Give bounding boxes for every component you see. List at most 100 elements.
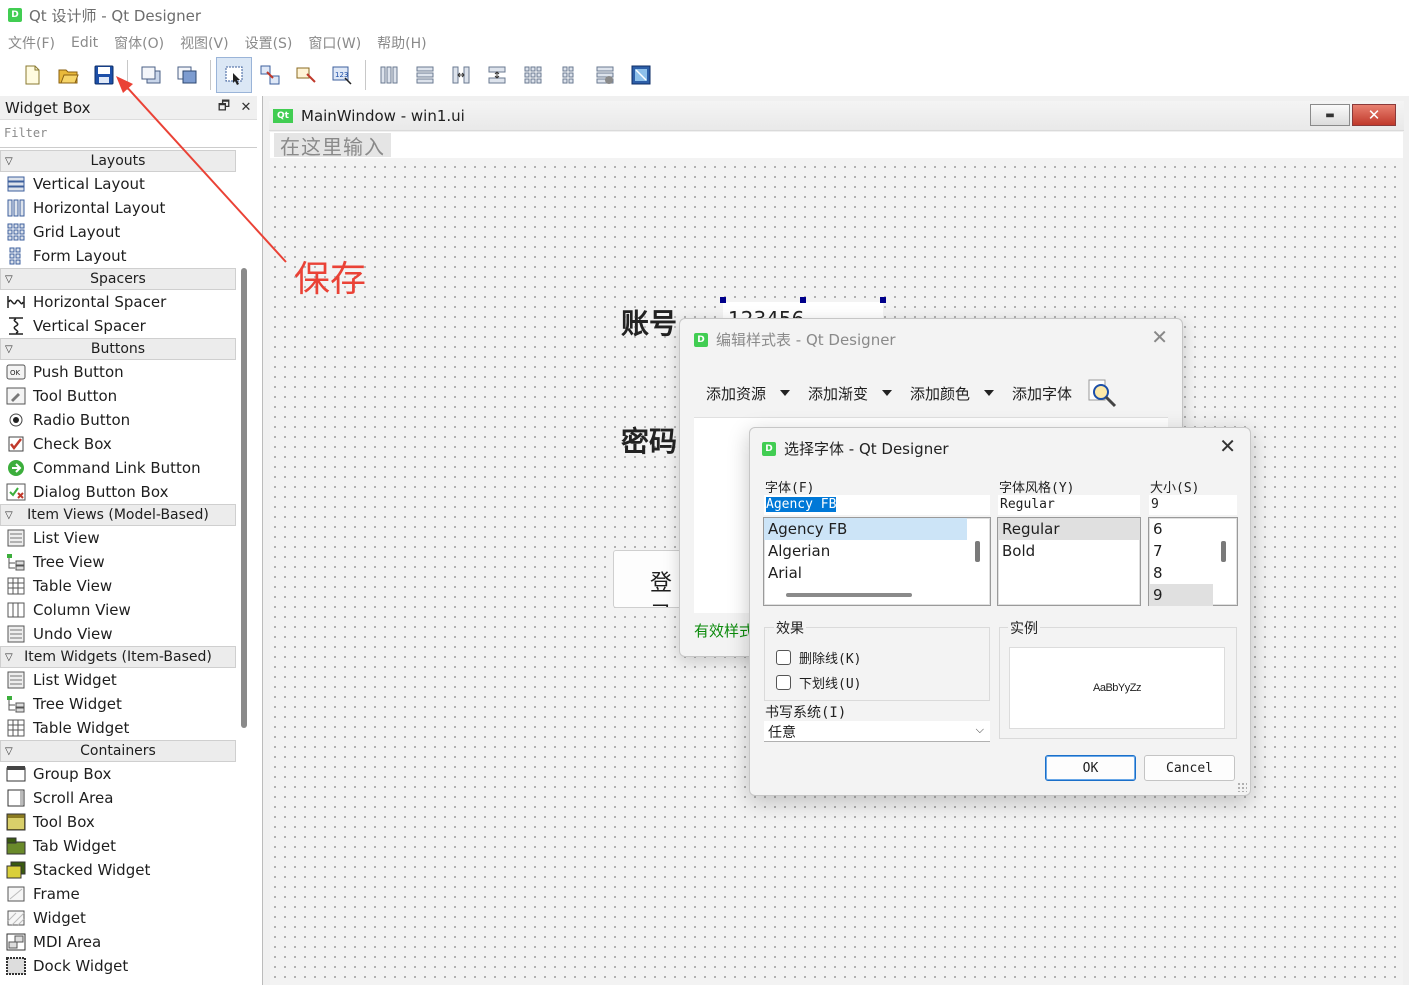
close-icon[interactable]: ✕	[1151, 325, 1168, 349]
font-size-item[interactable]: 9	[1149, 584, 1213, 606]
selection-handle[interactable]	[800, 297, 806, 303]
widget-item-tree-widget[interactable]: Tree Widget	[0, 692, 236, 716]
chevron-down-icon[interactable]: ▽	[5, 510, 13, 521]
dropdown-arrow-icon[interactable]	[984, 390, 995, 396]
widget-item-column-view[interactable]: Column View	[0, 598, 236, 622]
widget-item-grid-layout[interactable]: Grid Layout	[0, 220, 236, 244]
category-header-containers[interactable]: ▽ Containers	[0, 740, 236, 762]
layout-vertical-icon[interactable]	[407, 57, 443, 93]
widget-item-form-layout[interactable]: Form Layout	[0, 244, 236, 268]
widget-item-tree-view[interactable]: Tree View	[0, 550, 236, 574]
widget-item-tool-box[interactable]: Tool Box	[0, 810, 236, 834]
widget-item-list-view[interactable]: List View	[0, 526, 236, 550]
add-resource-button[interactable]: 添加资源	[706, 383, 791, 404]
chevron-down-icon[interactable]: ▽	[5, 652, 13, 663]
widget-list-scrollbar[interactable]	[241, 268, 247, 728]
category-header-spacers[interactable]: ▽ Spacers	[0, 268, 236, 290]
chevron-down-icon[interactable]: ▽	[5, 746, 13, 757]
type-here-placeholder[interactable]: 在这里输入	[274, 133, 391, 159]
add-gradient-button[interactable]: 添加渐变	[808, 383, 893, 404]
layout-horizontal-icon[interactable]	[371, 57, 407, 93]
edit-tab-order-icon[interactable]: 123	[324, 57, 360, 93]
widget-item-push-button[interactable]: OK Push Button	[0, 360, 236, 384]
font-style-item[interactable]: Bold	[998, 540, 1140, 562]
widget-item-tool-button[interactable]: Tool Button	[0, 384, 236, 408]
chevron-down-icon[interactable]: ▽	[5, 156, 13, 167]
checkbox-box[interactable]	[776, 650, 791, 665]
font-size-item[interactable]: 6	[1149, 518, 1237, 540]
font-family-list[interactable]: Agency FB Algerian Arial	[763, 517, 991, 606]
widget-item-undo-view[interactable]: Undo View	[0, 622, 236, 646]
widget-item-radio-button[interactable]: Radio Button	[0, 408, 236, 432]
layout-form-icon[interactable]	[551, 57, 587, 93]
font-style-list[interactable]: Regular Bold	[997, 517, 1141, 606]
widget-item-group-box[interactable]: Group Box	[0, 762, 236, 786]
resize-grip-icon[interactable]	[1237, 782, 1247, 792]
widget-item-vertical-spacer[interactable]: Vertical Spacer	[0, 314, 236, 338]
category-header-buttons[interactable]: ▽ Buttons	[0, 338, 236, 360]
open-folder-icon[interactable]	[50, 57, 86, 93]
menu-edit[interactable]: Edit	[63, 35, 106, 51]
close-window-button[interactable]: ✕	[1352, 104, 1396, 126]
widget-item-check-box[interactable]: Check Box	[0, 432, 236, 456]
font-family-hscrollbar[interactable]	[786, 593, 912, 597]
close-panel-icon[interactable]: ✕	[235, 100, 257, 115]
widget-item-widget[interactable]: Widget	[0, 906, 236, 930]
category-header-layouts[interactable]: ▽ Layouts	[0, 150, 236, 172]
checkbox-box[interactable]	[776, 675, 791, 690]
widget-item-frame[interactable]: Frame	[0, 882, 236, 906]
font-family-item[interactable]: Algerian	[764, 540, 990, 562]
chevron-down-icon[interactable]: ▽	[5, 274, 13, 285]
new-file-icon[interactable]	[14, 57, 50, 93]
font-family-input[interactable]: Agency FB	[764, 495, 990, 515]
writing-system-select[interactable]: 任意 ⌵	[764, 721, 990, 742]
widget-item-dialog-button-box[interactable]: Dialog Button Box	[0, 480, 236, 504]
magnifier-font-icon[interactable]	[1086, 377, 1118, 409]
password-label[interactable]: 密码	[621, 420, 677, 460]
dropdown-arrow-icon[interactable]	[882, 390, 893, 396]
chevron-down-icon[interactable]: ▽	[5, 344, 13, 355]
widget-filter-input[interactable]: Filter	[0, 122, 257, 148]
widget-item-dock-widget[interactable]: Dock Widget	[0, 954, 236, 978]
widget-item-table-widget[interactable]: Table Widget	[0, 716, 236, 740]
layout-horizontal-splitter-icon[interactable]	[443, 57, 479, 93]
close-icon[interactable]: ✕	[1219, 434, 1236, 458]
menu-settings[interactable]: 设置(S)	[237, 33, 301, 53]
bring-to-front-icon[interactable]	[169, 57, 205, 93]
widget-item-tab-widget[interactable]: Tab Widget	[0, 834, 236, 858]
widget-item-table-view[interactable]: Table View	[0, 574, 236, 598]
layout-vertical-splitter-icon[interactable]	[479, 57, 515, 93]
send-to-back-icon[interactable]	[133, 57, 169, 93]
menu-form[interactable]: 窗体(O)	[106, 33, 172, 53]
edit-signals-slots-icon[interactable]	[252, 57, 288, 93]
widget-item-command-link-button[interactable]: Command Link Button	[0, 456, 236, 480]
menu-window[interactable]: 窗口(W)	[300, 33, 369, 53]
widget-item-mdi-area[interactable]: MDI Area	[0, 930, 236, 954]
cancel-button[interactable]: Cancel	[1144, 755, 1235, 781]
ok-button[interactable]: OK	[1045, 755, 1136, 781]
edit-buddies-icon[interactable]	[288, 57, 324, 93]
font-style-item[interactable]: Regular	[998, 518, 1140, 540]
menu-view[interactable]: 视图(V)	[172, 33, 237, 53]
font-style-input[interactable]: Regular	[998, 495, 1140, 515]
menu-help[interactable]: 帮助(H)	[369, 33, 434, 53]
font-family-scrollbar[interactable]	[975, 541, 980, 562]
category-header-item-widgets-item-based[interactable]: ▽ Item Widgets (Item-Based)	[0, 646, 236, 668]
account-label[interactable]: 账号	[621, 302, 677, 342]
widget-item-list-widget[interactable]: List Widget	[0, 668, 236, 692]
add-font-button[interactable]: 添加字体	[1012, 383, 1072, 404]
save-icon[interactable]	[86, 57, 122, 93]
selection-handle[interactable]	[720, 297, 726, 303]
minimize-button[interactable]: ▬	[1310, 104, 1350, 126]
float-panel-icon[interactable]: 🗗	[213, 97, 235, 119]
strikeout-checkbox[interactable]: 删除线(K)	[776, 648, 861, 667]
layout-grid-icon[interactable]	[515, 57, 551, 93]
widget-item-scroll-area[interactable]: Scroll Area	[0, 786, 236, 810]
selection-handle[interactable]	[880, 297, 886, 303]
font-size-input[interactable]: 9	[1149, 495, 1237, 515]
font-size-list[interactable]: 6 7 8 9	[1148, 517, 1238, 606]
edit-widgets-icon[interactable]	[216, 57, 252, 93]
category-header-item-views-model-based[interactable]: ▽ Item Views (Model-Based)	[0, 504, 236, 526]
menu-file[interactable]: 文件(F)	[0, 33, 63, 53]
font-size-item[interactable]: 8	[1149, 562, 1237, 584]
